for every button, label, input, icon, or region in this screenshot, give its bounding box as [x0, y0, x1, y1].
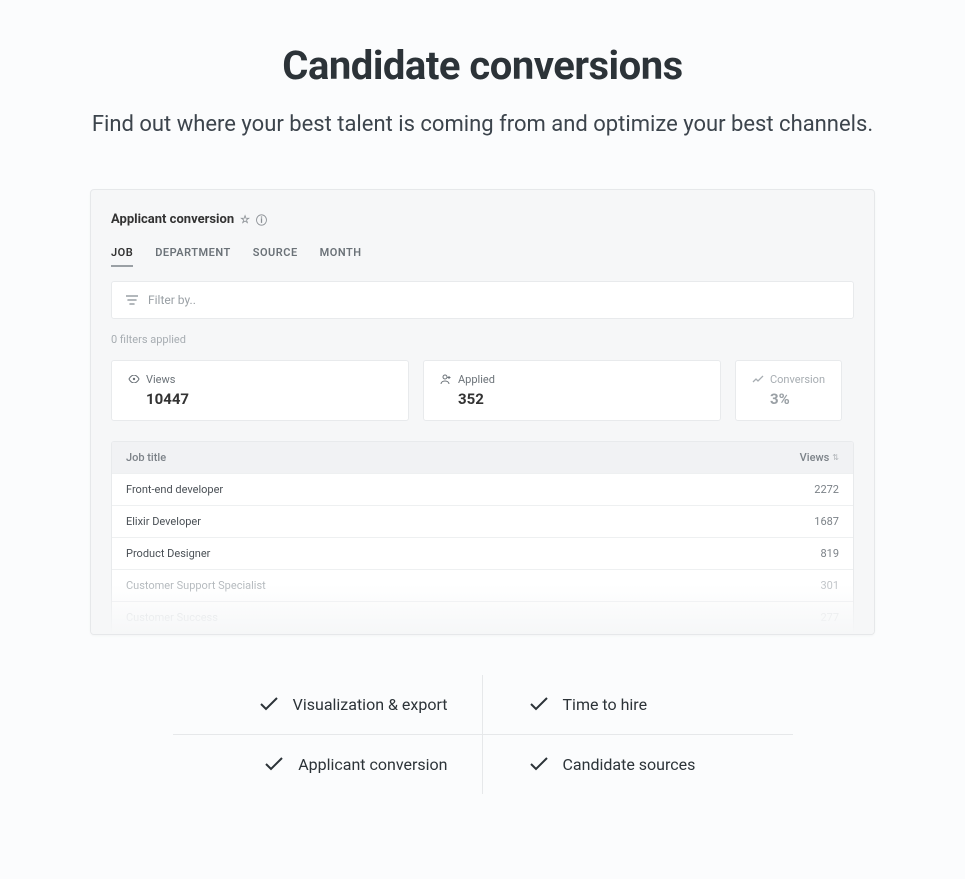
feature-visualization[interactable]: Visualization & export — [173, 675, 483, 734]
eye-icon — [128, 375, 140, 383]
trend-icon — [752, 375, 764, 383]
views-cell: 277 — [820, 611, 839, 624]
stat-conversion-label: Conversion — [770, 373, 825, 386]
col-header-job[interactable]: Job title — [126, 451, 166, 464]
features-grid: Visualization & export Time to hire Appl… — [173, 675, 793, 794]
views-cell: 2272 — [814, 483, 839, 496]
check-icon — [264, 757, 284, 771]
stat-card-views[interactable]: Views 10447 — [111, 360, 409, 421]
job-title-cell: Product Designer — [126, 547, 210, 560]
page-title: Candidate conversions — [60, 42, 905, 89]
table-row[interactable]: Product Designer 819 — [112, 538, 853, 570]
tab-bar: JOB DEPARTMENT SOURCE MONTH — [111, 246, 854, 267]
stat-applied-label: Applied — [458, 373, 495, 386]
sort-icon: ⇅ — [832, 453, 839, 462]
job-title-cell: Customer Support Specialist — [126, 579, 266, 592]
job-title-cell: Customer Success — [126, 611, 218, 624]
table-row[interactable]: Elixir Developer 1687 — [112, 506, 853, 538]
feature-candidate-sources[interactable]: Candidate sources — [483, 735, 793, 794]
check-icon — [529, 757, 549, 771]
person-icon — [440, 374, 452, 384]
feature-label: Visualization & export — [293, 695, 448, 714]
feature-time-to-hire[interactable]: Time to hire — [483, 675, 793, 734]
table-row[interactable]: Front-end developer 2272 — [112, 474, 853, 506]
jobs-table: Job title Views⇅ Front-end developer 227… — [111, 441, 854, 634]
col-header-views[interactable]: Views⇅ — [800, 451, 839, 464]
panel-title: Applicant conversion — [111, 212, 234, 227]
stat-views-value: 10447 — [146, 390, 392, 408]
feature-label: Applicant conversion — [298, 755, 447, 774]
job-title-cell: Front-end developer — [126, 483, 223, 496]
views-cell: 301 — [820, 579, 839, 592]
table-row[interactable]: Customer Support Specialist 301 — [112, 570, 853, 602]
feature-label: Candidate sources — [563, 755, 696, 774]
table-row[interactable]: Customer Success 277 — [112, 602, 853, 633]
page-subtitle: Find out where your best talent is comin… — [60, 109, 905, 141]
stat-views-label: Views — [146, 373, 175, 386]
stat-card-applied[interactable]: Applied 352 — [423, 360, 721, 421]
feature-label: Time to hire — [563, 695, 648, 714]
stat-conversion-value: 3% — [770, 390, 825, 408]
views-cell: 819 — [820, 547, 839, 560]
check-icon — [529, 697, 549, 711]
filter-input[interactable]: Filter by.. — [111, 281, 854, 319]
filter-placeholder: Filter by.. — [148, 293, 196, 307]
tab-department[interactable]: DEPARTMENT — [155, 246, 231, 267]
table-header: Job title Views⇅ — [112, 442, 853, 474]
filters-applied-label: 0 filters applied — [111, 333, 854, 346]
tab-month[interactable]: MONTH — [320, 246, 362, 267]
info-icon[interactable]: ⓘ — [256, 212, 267, 228]
feature-applicant-conversion[interactable]: Applicant conversion — [173, 735, 483, 794]
stat-applied-value: 352 — [458, 390, 704, 408]
tab-source[interactable]: SOURCE — [253, 246, 298, 267]
views-cell: 1687 — [814, 515, 839, 528]
tab-job[interactable]: JOB — [111, 246, 133, 267]
job-title-cell: Elixir Developer — [126, 515, 201, 528]
filter-icon — [126, 295, 138, 305]
stat-card-conversion[interactable]: Conversion 3% — [735, 360, 842, 421]
check-icon — [259, 697, 279, 711]
report-panel: Applicant conversion ☆ ⓘ JOB DEPARTMENT … — [90, 189, 875, 635]
star-icon[interactable]: ☆ — [240, 213, 250, 226]
